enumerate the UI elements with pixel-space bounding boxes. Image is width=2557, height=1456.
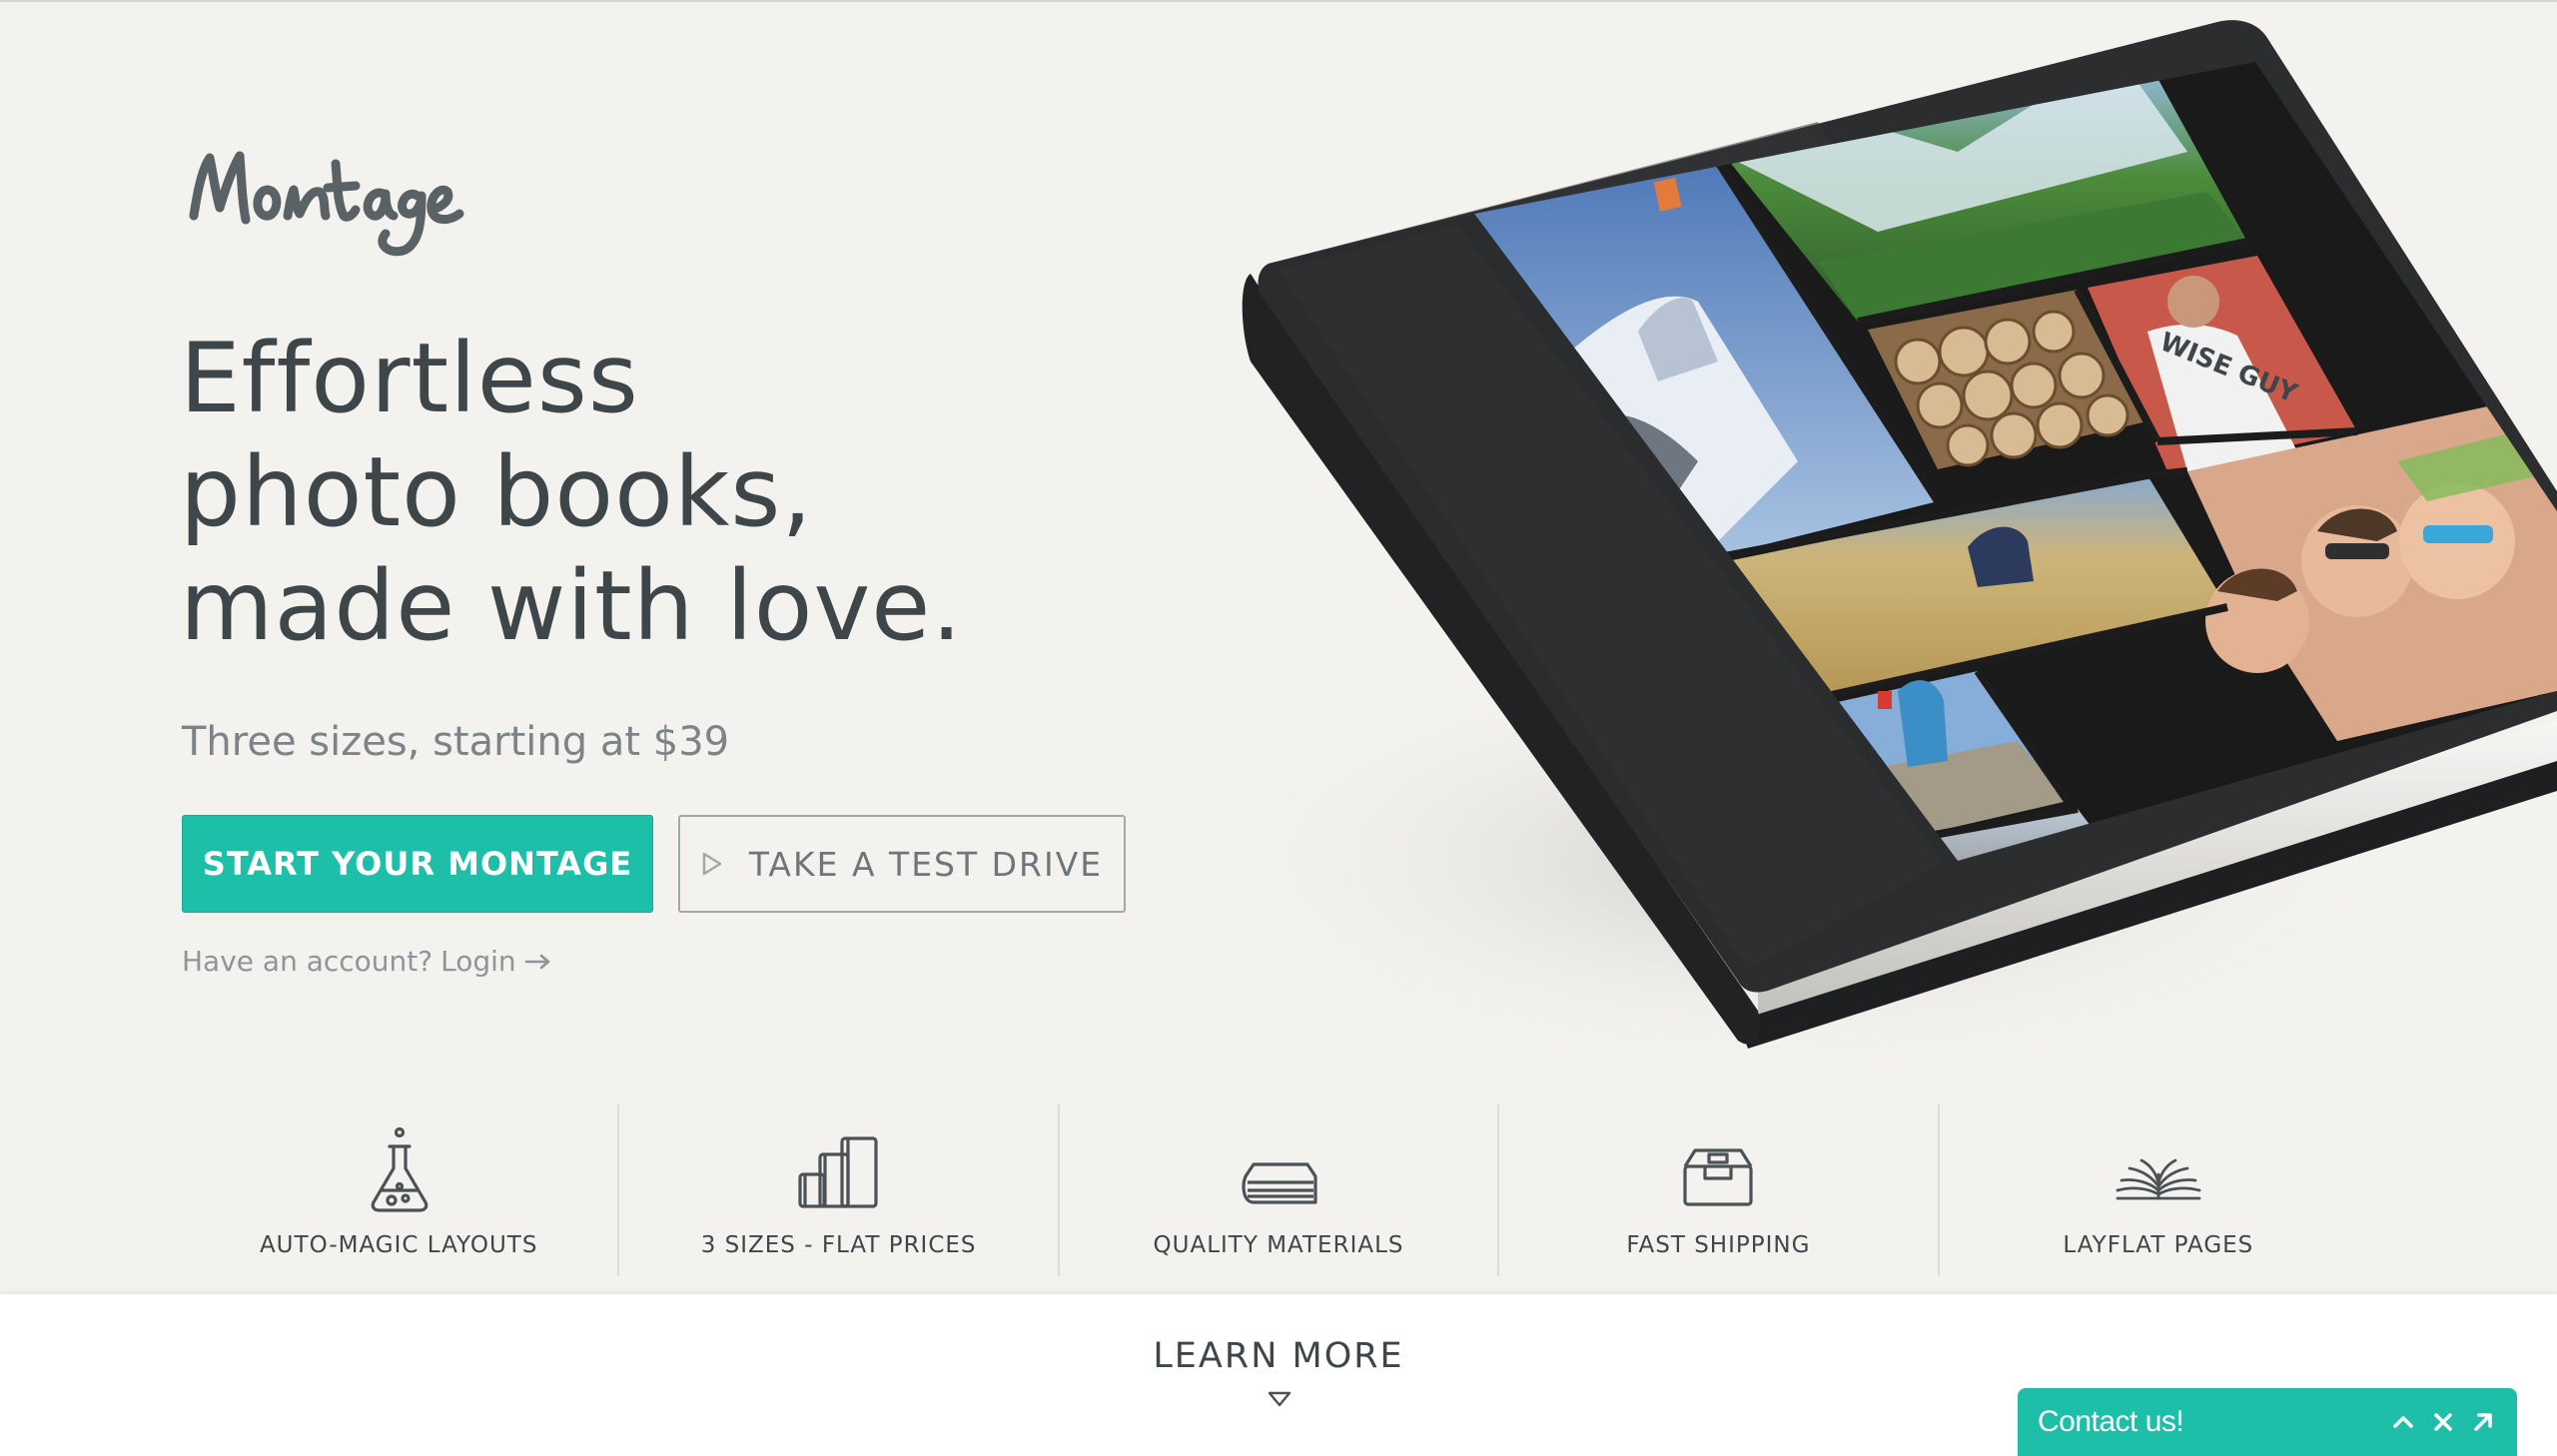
take-a-test-drive-button[interactable]: TAKE A TEST DRIVE xyxy=(678,815,1126,913)
test-drive-label: TAKE A TEST DRIVE xyxy=(748,844,1104,884)
feature-label: LAYFLAT PAGES xyxy=(2063,1232,2254,1258)
feature-sizes-flat-prices: 3 SIZES - FLAT PRICES xyxy=(617,1104,1057,1276)
feature-auto-magic-layouts: AUTO-MAGIC LAYOUTS xyxy=(180,1104,617,1276)
feature-quality-materials: QUALITY MATERIALS xyxy=(1057,1104,1497,1276)
contact-widget[interactable]: Contact us! xyxy=(2018,1388,2517,1456)
login-link[interactable]: Login xyxy=(440,945,516,978)
account-prompt-text: Have an account? xyxy=(182,945,433,978)
feature-label: QUALITY MATERIALS xyxy=(1153,1232,1404,1258)
hero-headline: Effortless photo books, made with love. xyxy=(180,322,1079,663)
feature-fast-shipping: FAST SHIPPING xyxy=(1497,1104,1937,1276)
learn-more-link[interactable]: LEARN MORE xyxy=(1079,1336,1478,1376)
photo-book-image: WISE GUY xyxy=(1099,2,2557,1081)
arrow-right-icon[interactable] xyxy=(524,952,554,972)
features-row: AUTO-MAGIC LAYOUTS 3 SIZES - FLAT PRICES xyxy=(180,1104,2377,1276)
headline-line-2: photo books, xyxy=(180,436,813,548)
contact-widget-label[interactable]: Contact us! xyxy=(2038,1405,2377,1439)
login-prompt: Have an account? Login xyxy=(182,945,554,978)
headline-line-3: made with love. xyxy=(180,550,963,662)
feature-label: 3 SIZES - FLAT PRICES xyxy=(700,1232,977,1258)
headline-line-1: Effortless xyxy=(180,323,639,434)
montage-logo[interactable] xyxy=(180,130,479,270)
close-icon[interactable] xyxy=(2429,1408,2457,1436)
flask-icon xyxy=(371,1126,428,1212)
play-icon xyxy=(702,852,722,876)
package-icon xyxy=(1683,1148,1754,1206)
start-your-montage-button[interactable]: START YOUR MONTAGE xyxy=(182,815,653,913)
pricing-subhead: Three sizes, starting at $39 xyxy=(182,719,730,765)
chevron-up-icon[interactable] xyxy=(2389,1408,2417,1436)
feature-label: FAST SHIPPING xyxy=(1626,1232,1811,1258)
book-sizes-icon xyxy=(798,1136,878,1208)
feature-label: AUTO-MAGIC LAYOUTS xyxy=(259,1232,538,1258)
book-stack-icon xyxy=(1242,1162,1317,1204)
popout-icon[interactable] xyxy=(2469,1408,2497,1436)
open-book-icon xyxy=(2116,1158,2201,1200)
hero-section: Effortless photo books, made with love. … xyxy=(0,2,2557,1294)
chevron-down-icon[interactable] xyxy=(1267,1390,1292,1408)
feature-layflat-pages: LAYFLAT PAGES xyxy=(1937,1104,2377,1276)
